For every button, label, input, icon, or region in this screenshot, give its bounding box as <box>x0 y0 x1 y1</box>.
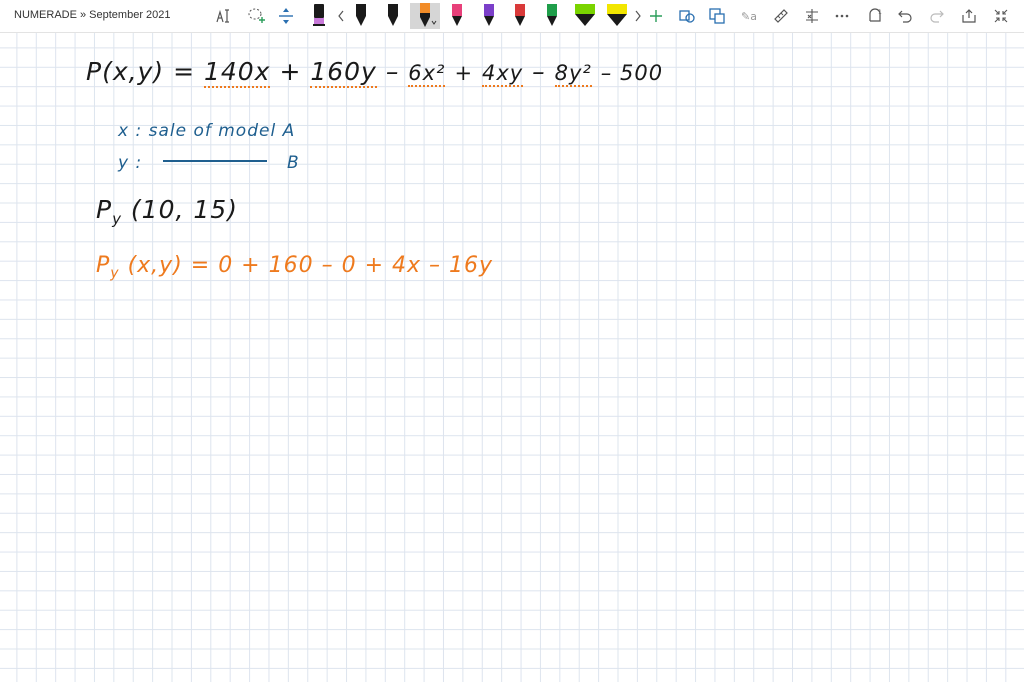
collapse-icon[interactable] <box>992 4 1010 28</box>
partial-symbol: P <box>96 195 113 224</box>
definition-y: y : B <box>118 153 300 173</box>
derivative-symbol: P <box>96 253 111 278</box>
add-space-icon[interactable] <box>276 4 296 28</box>
term-6x2: 6x² <box>408 61 446 87</box>
ruler-icon[interactable] <box>772 4 790 28</box>
fullscreen-share-icon[interactable] <box>960 4 978 28</box>
pen-red-icon[interactable] <box>511 4 529 28</box>
ink-to-math-icon[interactable]: ✎a <box>740 4 758 28</box>
term-8y2: 8y² <box>554 61 592 87</box>
definition-y-model: B <box>287 153 300 173</box>
partial-derivative-line: Py (x,y) = 0 + 160 – 0 + 4x – 16y <box>96 253 493 281</box>
term-160y: 160y <box>310 57 377 88</box>
definition-x: x : sale of model A <box>118 121 296 141</box>
more-icon[interactable] <box>833 4 851 28</box>
highlighter-yellow-icon[interactable] <box>604 4 630 28</box>
term-140x: 140x <box>203 57 271 88</box>
profit-function-lhs: P(x,y) = <box>86 57 196 86</box>
pen-black-icon[interactable] <box>352 4 370 28</box>
scroll-right-icon[interactable] <box>633 4 643 28</box>
note-canvas[interactable]: P(x,y) = 140x + 160y – 6x² + 4xy – 8y² –… <box>0 33 1024 682</box>
scroll-left-icon[interactable] <box>336 4 346 28</box>
pen-green-icon[interactable] <box>543 4 561 28</box>
undo-icon[interactable] <box>896 4 914 28</box>
ink-to-shape-icon[interactable] <box>678 4 696 28</box>
pen-black-icon[interactable] <box>310 4 328 28</box>
lasso-add-icon[interactable] <box>246 4 266 28</box>
toolbar: NUMERADE » September 2021 ✎a 1 <box>0 0 1024 33</box>
pen-pink-icon[interactable] <box>448 4 466 28</box>
definition-y-label: y : <box>118 153 143 173</box>
term-500: – 500 <box>600 61 664 85</box>
replay-icon[interactable]: 1 <box>866 4 884 28</box>
term-4xy: 4xy <box>482 61 524 87</box>
profit-function-line: P(x,y) = 140x + 160y – 6x² + 4xy – 8y² –… <box>86 57 664 88</box>
svg-text:✎a: ✎a <box>741 10 757 23</box>
definition-y-blank <box>162 160 267 162</box>
partial-evaluation: Py (10, 15) <box>96 195 238 228</box>
derivative-subscript: y <box>110 265 120 282</box>
operator-minus: – <box>385 57 400 86</box>
add-pen-icon[interactable] <box>648 4 664 28</box>
pen-black-icon[interactable] <box>384 4 402 28</box>
operator-plus: + <box>279 57 302 86</box>
partial-subscript: y <box>112 210 122 228</box>
operator-plus: + <box>454 61 474 85</box>
text-select-icon[interactable] <box>214 4 234 28</box>
math-icon[interactable] <box>803 4 821 28</box>
breadcrumb: NUMERADE » September 2021 <box>14 9 171 21</box>
ink-to-text-icon[interactable] <box>708 4 726 28</box>
redo-icon[interactable] <box>928 4 946 28</box>
derivative-expression: (x,y) = 0 + 160 – 0 + 4x – 16y <box>127 253 494 278</box>
pen-purple-icon[interactable] <box>480 4 498 28</box>
partial-args: (10, 15) <box>130 195 238 224</box>
operator-minus: – <box>532 57 546 86</box>
pen-orange-icon[interactable] <box>410 3 440 29</box>
svg-text:1: 1 <box>878 9 882 16</box>
highlighter-green-icon[interactable] <box>572 4 598 28</box>
